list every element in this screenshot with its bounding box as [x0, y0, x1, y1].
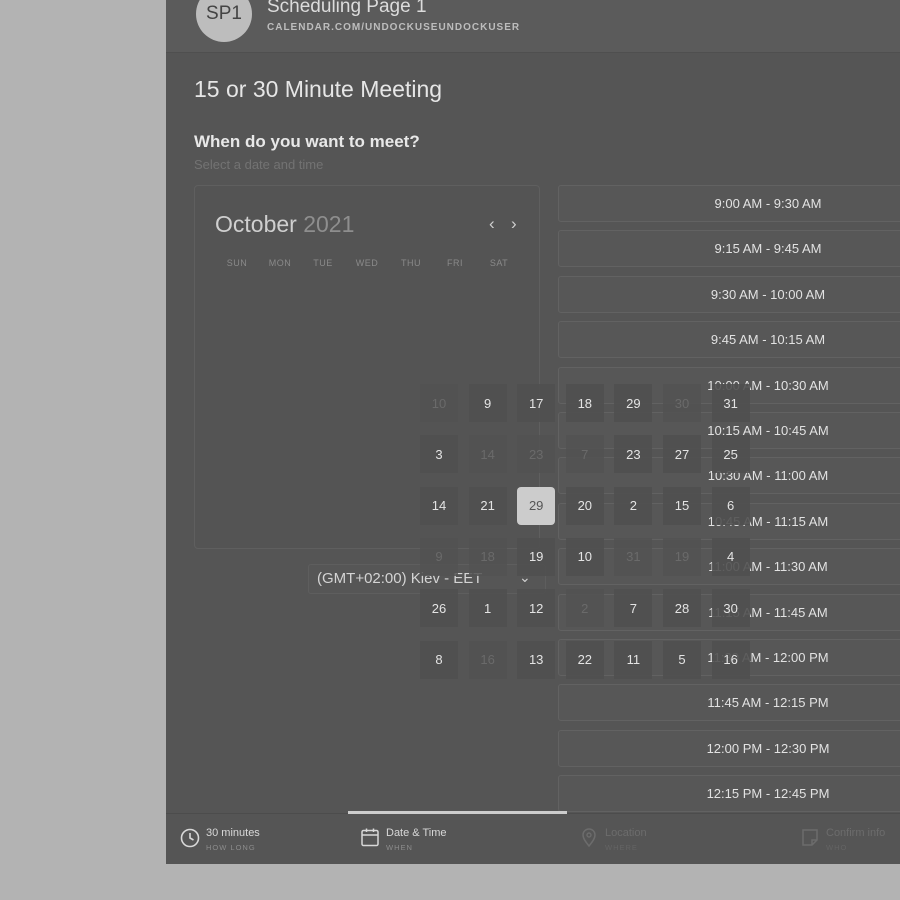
weekday-sun: SUN — [226, 258, 248, 268]
calendar-day[interactable]: 31 — [711, 384, 750, 422]
step-duration[interactable]: 30 minutes HOW LONG — [179, 824, 329, 860]
time-slot[interactable]: 12:15 PM - 12:45 PM — [558, 775, 900, 813]
calendar-day[interactable]: 23 — [614, 435, 653, 474]
step-duration-sub: HOW LONG — [206, 843, 256, 852]
calendar-day[interactable]: 5 — [663, 640, 701, 679]
calendar-day[interactable]: 8 — [420, 640, 458, 679]
calendar-day[interactable]: 18 — [565, 384, 604, 422]
calendar-icon — [361, 828, 379, 847]
step-location[interactable]: Location WHERE — [578, 824, 728, 860]
clock-icon — [180, 828, 200, 848]
calendar-day: 18 — [468, 537, 507, 576]
scheduling-panel: SP1 Scheduling Page 1 CALENDAR.COM/UNDOC… — [166, 0, 900, 864]
calendar-day[interactable]: 26 — [420, 589, 458, 628]
step-date-time[interactable]: Date & Time WHEN — [359, 824, 509, 860]
time-slot[interactable]: 9:15 AM - 9:45 AM — [558, 230, 900, 268]
time-slot[interactable]: 9:30 AM - 10:00 AM — [558, 275, 900, 313]
time-slot-label: 9:30 AM - 10:00 AM — [710, 286, 826, 302]
calendar-day: 23 — [517, 435, 556, 474]
calendar-day[interactable]: 21 — [468, 486, 507, 525]
calendar-day[interactable]: 7 — [614, 589, 653, 628]
time-slot-label: 12:15 PM - 12:45 PM — [706, 786, 830, 802]
page-header: SP1 Scheduling Page 1 CALENDAR.COM/UNDOC… — [166, 0, 900, 53]
calendar-day-selected[interactable]: 29 — [517, 486, 556, 525]
calendar-day[interactable]: 19 — [517, 537, 556, 576]
calendar-day[interactable]: 9 — [468, 384, 507, 422]
month-name: October — [215, 211, 297, 237]
time-slot[interactable]: 11:45 AM - 12:15 PM — [558, 684, 900, 722]
weekday-wed: WED — [355, 258, 379, 268]
weekday-tue: TUE — [313, 258, 333, 268]
calendar-day: 19 — [663, 537, 701, 576]
calendar-month-label: October 2021 — [215, 211, 354, 238]
calendar-day: 30 — [663, 384, 701, 422]
calendar-day[interactable]: 11 — [614, 640, 653, 679]
calendar-day[interactable]: 20 — [565, 486, 604, 525]
calendar-day[interactable]: 28 — [663, 589, 701, 628]
scheduling-page-url[interactable]: CALENDAR.COM/UNDOCKUSEUNDOCKUSER — [267, 22, 520, 33]
time-slot-label: 11:45 AM - 12:15 PM — [707, 695, 829, 711]
calendar-day[interactable]: 29 — [614, 384, 653, 422]
time-slot-label: 9:00 AM - 9:30 AM — [714, 196, 822, 211]
step-date-time-label: Date & Time — [386, 827, 447, 839]
calendar-day[interactable]: 25 — [711, 435, 750, 474]
calendar-day: 31 — [614, 537, 653, 576]
month-year: 2021 — [303, 211, 355, 237]
time-slot-label: 9:45 AM - 10:15 AM — [710, 332, 826, 348]
step-location-sub: WHERE — [605, 843, 638, 852]
when-subtitle: Select a date and time — [194, 157, 324, 172]
weekday-thu: THU — [401, 258, 421, 268]
step-location-label: Location — [605, 827, 647, 839]
calendar-day[interactable]: 27 — [663, 435, 701, 474]
time-slot[interactable]: 9:00 AM - 9:30 AM — [558, 185, 900, 222]
chevron-right-icon[interactable]: › — [511, 214, 517, 234]
calendar-day: 7 — [565, 435, 604, 474]
calendar-day[interactable]: 1 — [468, 589, 507, 628]
calendar-day: 10 — [420, 384, 458, 422]
calendar-day[interactable]: 13 — [517, 640, 556, 679]
weekday-fri: FRI — [447, 258, 463, 268]
time-slot-label: 9:15 AM - 9:45 AM — [714, 241, 822, 257]
calendar-day[interactable]: 14 — [420, 486, 458, 525]
calendar-day[interactable]: 22 — [565, 640, 604, 679]
calendar-day[interactable]: 3 — [420, 435, 458, 474]
calendar-day[interactable]: 16 — [711, 640, 750, 679]
calendar-day[interactable]: 17 — [517, 384, 556, 422]
calendar-day[interactable]: 4 — [711, 537, 750, 576]
calendar-day[interactable]: 10 — [565, 537, 604, 576]
location-pin-icon — [582, 828, 596, 848]
note-icon — [802, 829, 818, 846]
calendar-day[interactable]: 6 — [711, 486, 750, 525]
time-slot-label: 12:00 PM - 12:30 PM — [706, 740, 830, 756]
meeting-title: 15 or 30 Minute Meeting — [194, 76, 443, 102]
step-confirm-info-sub: WHO — [826, 843, 848, 852]
calendar-day: 14 — [468, 435, 507, 474]
calendar-day[interactable]: 30 — [711, 589, 750, 628]
calendar-day[interactable]: 12 — [517, 589, 556, 628]
step-date-time-sub: WHEN — [386, 843, 413, 852]
step-confirm-info-label: Confirm info — [826, 827, 886, 839]
calendar-day[interactable]: 15 — [663, 486, 701, 525]
step-progress-bar — [348, 811, 567, 814]
calendar-day: 16 — [468, 640, 507, 679]
weekday-mon: MON — [268, 258, 292, 268]
time-slot[interactable]: 9:45 AM - 10:15 AM — [558, 321, 900, 359]
scheduling-page-name: Scheduling Page 1 — [267, 0, 427, 17]
step-duration-label: 30 minutes — [206, 827, 260, 839]
avatar[interactable]: SP1 — [196, 0, 252, 42]
when-heading: When do you want to meet? — [194, 132, 420, 151]
calendar-day: 2 — [565, 589, 604, 628]
time-slot[interactable]: 12:00 PM - 12:30 PM — [558, 729, 900, 767]
chevron-left-icon[interactable]: ‹ — [489, 214, 495, 234]
calendar-day[interactable]: 2 — [614, 486, 653, 525]
weekday-sat: SAT — [489, 258, 509, 268]
step-confirm-info[interactable]: Confirm info WHO — [799, 824, 899, 860]
calendar-day: 9 — [420, 537, 458, 576]
